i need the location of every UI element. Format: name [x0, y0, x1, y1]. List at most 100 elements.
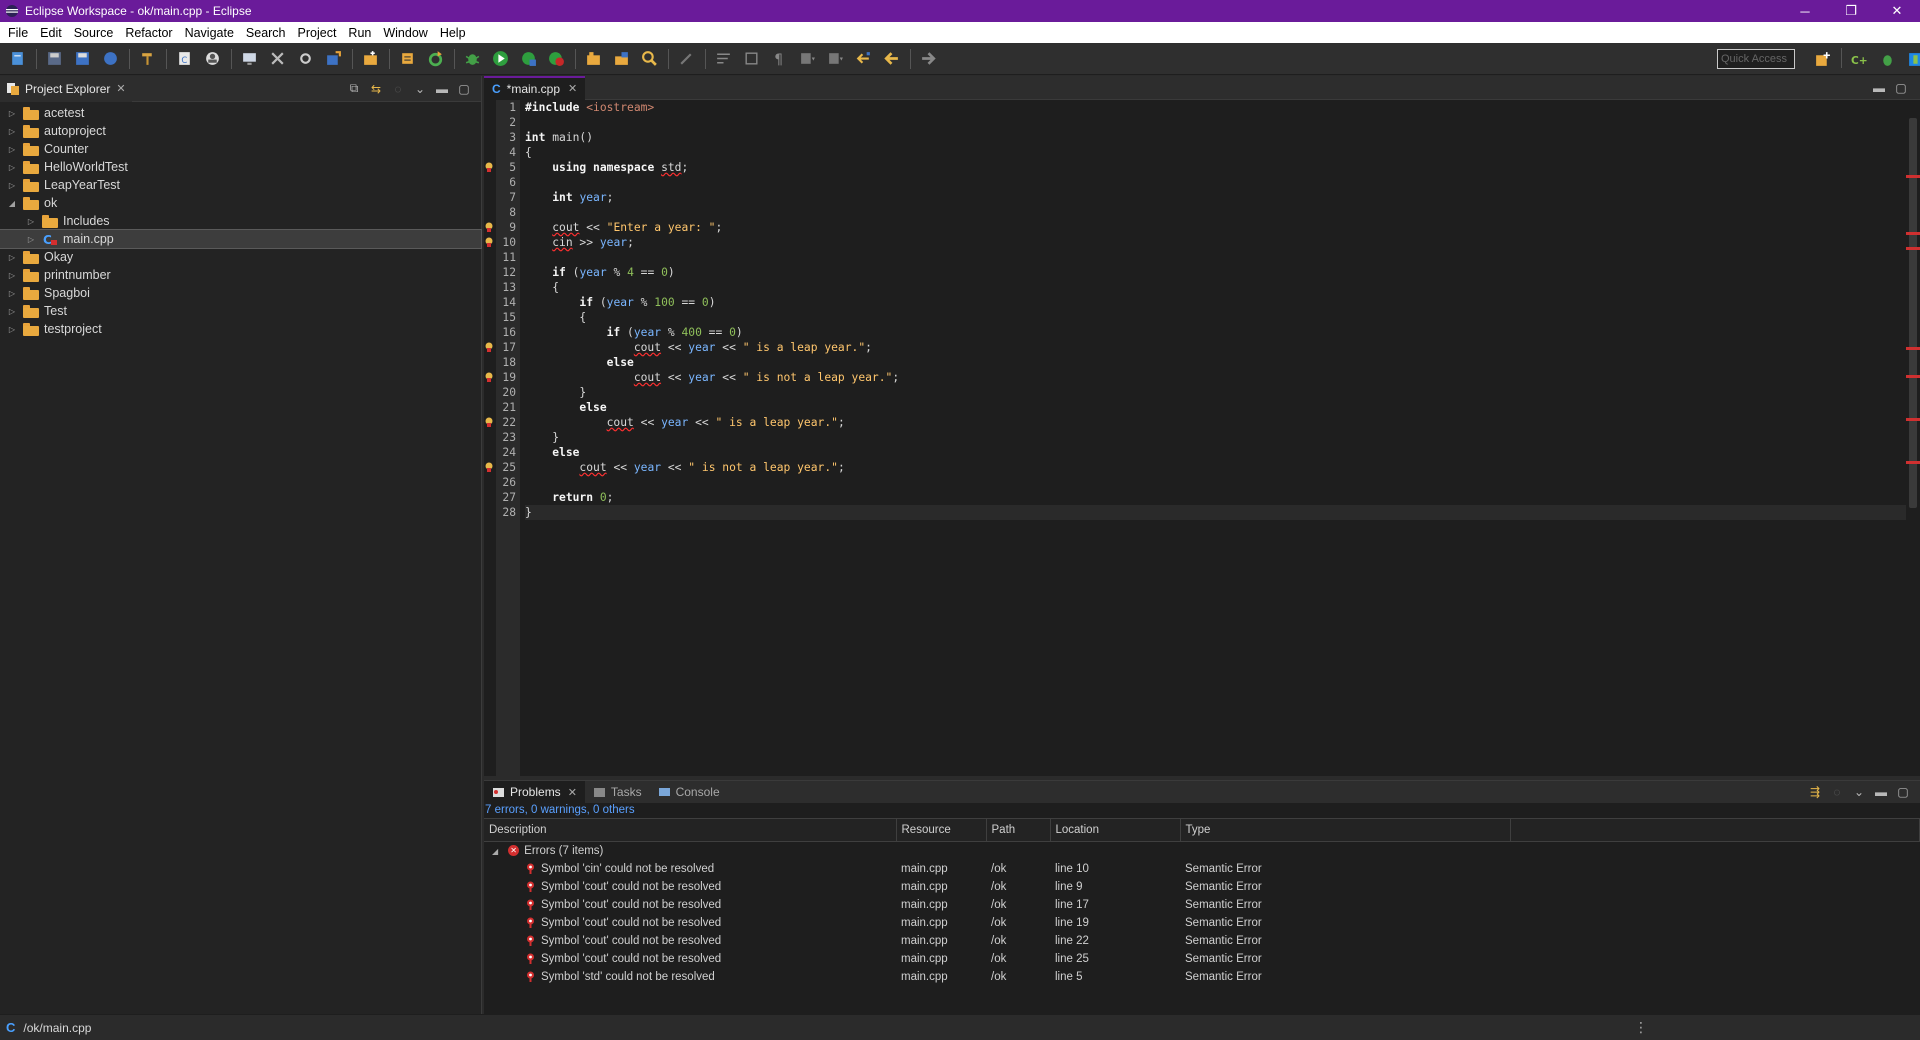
maximize-editor-icon[interactable]: ▢: [1890, 81, 1912, 95]
error-marker-icon[interactable]: [484, 460, 496, 475]
chevron-right-icon[interactable]: ▷: [6, 145, 18, 154]
overview-ruler[interactable]: [1906, 100, 1920, 776]
error-marker-icon[interactable]: [484, 220, 496, 235]
chevron-right-icon[interactable]: ▷: [6, 271, 18, 280]
chevron-down-icon[interactable]: ◢: [6, 199, 18, 208]
code-line[interactable]: }: [525, 430, 1906, 445]
restore-button[interactable]: ❐: [1828, 0, 1874, 22]
tab-tasks[interactable]: Tasks: [585, 781, 650, 803]
status-menu-icon[interactable]: ⋮: [1634, 1019, 1648, 1036]
error-marker-icon[interactable]: [484, 370, 496, 385]
code-line[interactable]: cout << year << " is a leap year.";: [525, 340, 1906, 355]
error-marker-icon[interactable]: [484, 340, 496, 355]
error-group-row[interactable]: ◢ ✕ Errors (7 items): [484, 842, 1920, 860]
minimize-view-icon[interactable]: ▬: [1870, 785, 1892, 799]
error-marker-icon[interactable]: [484, 415, 496, 430]
problem-row[interactable]: Symbol 'cout' could not be resolved main.…: [484, 896, 1920, 914]
menu-project[interactable]: Project: [292, 26, 343, 40]
tree-item-okay[interactable]: ▷ Okay: [0, 248, 481, 266]
maximize-view-icon[interactable]: ▢: [453, 82, 475, 96]
code-line[interactable]: if (year % 400 == 0): [525, 325, 1906, 340]
code-line[interactable]: [525, 250, 1906, 265]
chevron-right-icon[interactable]: ▷: [25, 235, 37, 244]
column-header-resource[interactable]: Resource: [896, 818, 987, 842]
prev-annotation-button[interactable]: [824, 48, 846, 70]
overview-error-mark[interactable]: [1906, 461, 1920, 465]
chevron-right-icon[interactable]: ▷: [6, 109, 18, 118]
tree-item-counter[interactable]: ▷ Counter: [0, 140, 481, 158]
block-select-button[interactable]: [740, 48, 762, 70]
overview-error-mark[interactable]: [1906, 346, 1920, 350]
tab-project-explorer[interactable]: Project Explorer ✕: [0, 75, 132, 102]
view-menu-icon[interactable]: ⌄: [409, 82, 431, 96]
tree-item-ok[interactable]: ◢ ok: [0, 194, 481, 212]
code-line[interactable]: else: [525, 355, 1906, 370]
tree-item-leapyeartest[interactable]: ▷ LeapYearTest: [0, 176, 481, 194]
open-type-button[interactable]: [582, 48, 604, 70]
overview-error-mark[interactable]: [1906, 232, 1920, 236]
debug-button[interactable]: [461, 48, 483, 70]
code-line[interactable]: [525, 115, 1906, 130]
open-perspective-button[interactable]: [1811, 48, 1833, 70]
menu-navigate[interactable]: Navigate: [179, 26, 240, 40]
column-header-location[interactable]: Location: [1050, 818, 1181, 842]
close-icon[interactable]: ✕: [568, 786, 577, 799]
column-header-description[interactable]: Description: [484, 818, 897, 842]
chevron-right-icon[interactable]: ▷: [6, 127, 18, 136]
code-line[interactable]: cout << year << " is not a leap year.";: [525, 370, 1906, 385]
forward-button[interactable]: [917, 48, 939, 70]
close-window-button[interactable]: ✕: [1874, 0, 1920, 22]
problem-row[interactable]: Symbol 'std' could not be resolved main.c…: [484, 968, 1920, 986]
tree-item-includes[interactable]: ▷ Includes: [0, 212, 481, 230]
maximize-view-icon[interactable]: ▢: [1892, 785, 1914, 799]
close-icon[interactable]: ✕: [116, 82, 125, 95]
code-line[interactable]: [525, 175, 1906, 190]
run-last-button[interactable]: [517, 48, 539, 70]
filter-icon[interactable]: ⇶: [1804, 785, 1826, 799]
code-line[interactable]: {: [525, 280, 1906, 295]
code-line[interactable]: return 0;: [525, 490, 1906, 505]
code-line[interactable]: [525, 205, 1906, 220]
new-class-button[interactable]: [396, 48, 418, 70]
save-all-button[interactable]: [71, 48, 93, 70]
code-line[interactable]: {: [525, 145, 1906, 160]
coverage-button[interactable]: [545, 48, 567, 70]
column-header-path[interactable]: Path: [986, 818, 1051, 842]
tree-item-spagboi[interactable]: ▷ Spagboi: [0, 284, 481, 302]
new-project-button[interactable]: [322, 48, 344, 70]
code-line[interactable]: {: [525, 310, 1906, 325]
code-line[interactable]: int main(): [525, 130, 1906, 145]
problem-row[interactable]: Symbol 'cout' could not be resolved main.…: [484, 932, 1920, 950]
focus-icon[interactable]: ◌: [387, 82, 409, 96]
error-marker-icon[interactable]: [484, 160, 496, 175]
close-icon[interactable]: ✕: [568, 82, 577, 95]
code-line[interactable]: using namespace std;: [525, 160, 1906, 175]
code-line[interactable]: cout << "Enter a year: ";: [525, 220, 1906, 235]
cpp-perspective-button[interactable]: C+: [1848, 48, 1870, 70]
problem-row[interactable]: Symbol 'cin' could not be resolved main.c…: [484, 860, 1920, 878]
view-menu-icon[interactable]: ⌄: [1848, 785, 1870, 799]
open-element-button[interactable]: [610, 48, 632, 70]
overview-error-mark[interactable]: [1906, 246, 1920, 250]
build-button[interactable]: [136, 48, 158, 70]
code-line[interactable]: int year;: [525, 190, 1906, 205]
debug-perspective-button[interactable]: [1876, 48, 1898, 70]
chevron-right-icon[interactable]: ▷: [6, 253, 18, 262]
chevron-right-icon[interactable]: ▷: [6, 307, 18, 316]
code-line[interactable]: #include <iostream>: [525, 100, 1906, 115]
problem-row[interactable]: Symbol 'cout' could not be resolved main.…: [484, 914, 1920, 932]
code-line[interactable]: cout << year << " is a leap year.";: [525, 415, 1906, 430]
minimize-editor-icon[interactable]: ▬: [1868, 81, 1890, 95]
menu-edit[interactable]: Edit: [34, 26, 68, 40]
tree-item-helloworldtest[interactable]: ▷ HelloWorldTest: [0, 158, 481, 176]
tree-item-main-cpp[interactable]: ▷ Cmain.cpp: [0, 229, 482, 249]
user-button[interactable]: [201, 48, 223, 70]
run-button[interactable]: [489, 48, 511, 70]
annotation-button[interactable]: [675, 48, 697, 70]
last-edit-button[interactable]: [852, 48, 874, 70]
code-line[interactable]: if (year % 4 == 0): [525, 265, 1906, 280]
code-line[interactable]: }: [525, 505, 1906, 520]
column-header-type[interactable]: Type: [1180, 818, 1511, 842]
code-line[interactable]: else: [525, 400, 1906, 415]
tab-main-cpp[interactable]: C *main.cpp ✕: [484, 75, 586, 100]
